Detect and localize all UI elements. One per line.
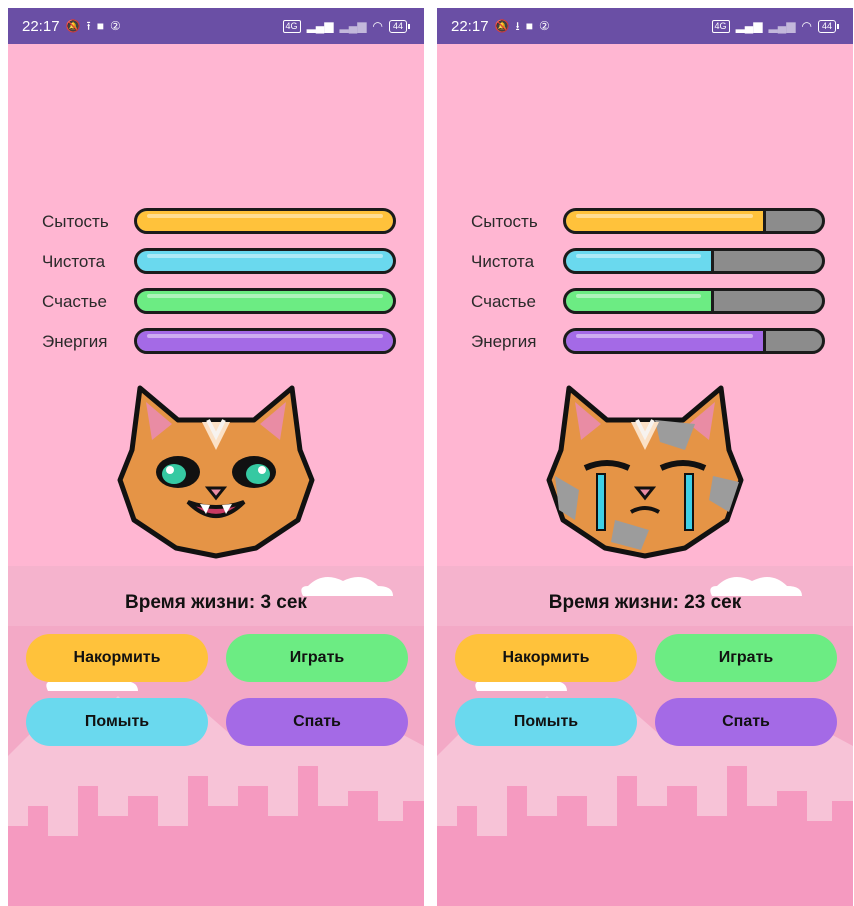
volte-icon: 4G: [282, 19, 301, 33]
stat-cleanliness: Чистота: [8, 244, 424, 278]
stat-label: Чистота: [42, 252, 106, 271]
sleep-button[interactable]: Спать: [226, 698, 408, 746]
stat-satiety: Сытость: [437, 204, 853, 238]
signal-icon: ▂▄▆: [735, 19, 763, 33]
wifi-icon: ◠: [372, 19, 383, 33]
cat-pet-happy[interactable]: [116, 380, 316, 560]
volte-icon: 4G: [711, 19, 730, 33]
cat-face-icon: [117, 385, 315, 559]
cleanliness-bar-fill: [137, 251, 393, 271]
energy-bar-fill: [137, 331, 393, 351]
happiness-bar: [134, 288, 396, 314]
energy-bar-fill: [566, 331, 766, 351]
stat-label: Чистота: [471, 252, 535, 271]
signal-icon: ▂▄▆: [339, 19, 367, 33]
stat-label: Энергия: [42, 332, 108, 351]
satiety-bar: [134, 208, 396, 234]
stat-label: Сытость: [42, 212, 109, 231]
play-button[interactable]: Играть: [226, 634, 408, 682]
play-button[interactable]: Играть: [655, 634, 837, 682]
cleanliness-bar: [134, 248, 396, 274]
stat-label: Счастье: [471, 292, 536, 311]
cat-pet-crying[interactable]: [545, 380, 745, 560]
stat-label: Сытость: [471, 212, 538, 231]
happiness-bar-fill: [137, 291, 393, 311]
stat-cleanliness: Чистота: [437, 244, 853, 278]
video-icon: ■: [96, 19, 104, 33]
stat-label: Энергия: [471, 332, 537, 351]
stat-happiness: Счастье: [437, 284, 853, 318]
status-bar: 22:17 🔕 ⭳ ■ ② 4G ▂▄▆ ▂▄▆ ◠ 44: [437, 8, 853, 44]
wash-button[interactable]: Помыть: [455, 698, 637, 746]
energy-bar: [563, 328, 825, 354]
battery-icon: 44: [817, 19, 839, 33]
battery-level: 44: [388, 19, 407, 33]
lifetime-text: Время жизни: 3 сек: [125, 592, 307, 613]
status-time: 22:17: [22, 17, 60, 35]
energy-bar: [134, 328, 396, 354]
stat-label: Счастье: [42, 292, 107, 311]
status-bar: 22:17 🔕 ⭱ ■ ② 4G ▂▄▆ ▂▄▆ ◠ 44: [8, 8, 424, 44]
cleanliness-bar: [563, 248, 825, 274]
satiety-bar-fill: [137, 211, 393, 231]
video-icon: ■: [525, 19, 533, 33]
upload-icon: ⭱: [86, 19, 91, 33]
download-icon: ⭳: [515, 19, 520, 33]
sim-icon: ②: [109, 19, 121, 33]
wash-button[interactable]: Помыть: [26, 698, 208, 746]
stat-satiety: Сытость: [8, 204, 424, 238]
status-time: 22:17: [451, 17, 489, 35]
battery-level: 44: [817, 19, 836, 33]
stat-energy: Энергия: [437, 324, 853, 358]
feed-button[interactable]: Накормить: [26, 634, 208, 682]
lifetime-text: Время жизни: 23 сек: [548, 592, 742, 613]
mute-icon: 🔕: [65, 19, 81, 33]
signal-icon: ▂▄▆: [306, 19, 334, 33]
signal-icon: ▂▄▆: [768, 19, 796, 33]
phone-screen-left: 22:17 🔕 ⭱ ■ ② 4G ▂▄▆ ▂▄▆ ◠ 44 Сытость Чи…: [8, 8, 424, 906]
happiness-bar-fill: [566, 291, 715, 311]
feed-button[interactable]: Накормить: [455, 634, 637, 682]
sleep-button[interactable]: Спать: [655, 698, 837, 746]
mute-icon: 🔕: [494, 19, 510, 33]
battery-icon: 44: [388, 19, 410, 33]
satiety-bar-fill: [566, 211, 766, 231]
sim-icon: ②: [538, 19, 550, 33]
stat-energy: Энергия: [8, 324, 424, 358]
happiness-bar: [563, 288, 825, 314]
wifi-icon: ◠: [801, 19, 812, 33]
phone-screen-right: 22:17 🔕 ⭳ ■ ② 4G ▂▄▆ ▂▄▆ ◠ 44 Сытость Чи…: [437, 8, 853, 906]
stat-happiness: Счастье: [8, 284, 424, 318]
cat-face-icon: [546, 385, 744, 559]
satiety-bar: [563, 208, 825, 234]
cleanliness-bar-fill: [566, 251, 715, 271]
